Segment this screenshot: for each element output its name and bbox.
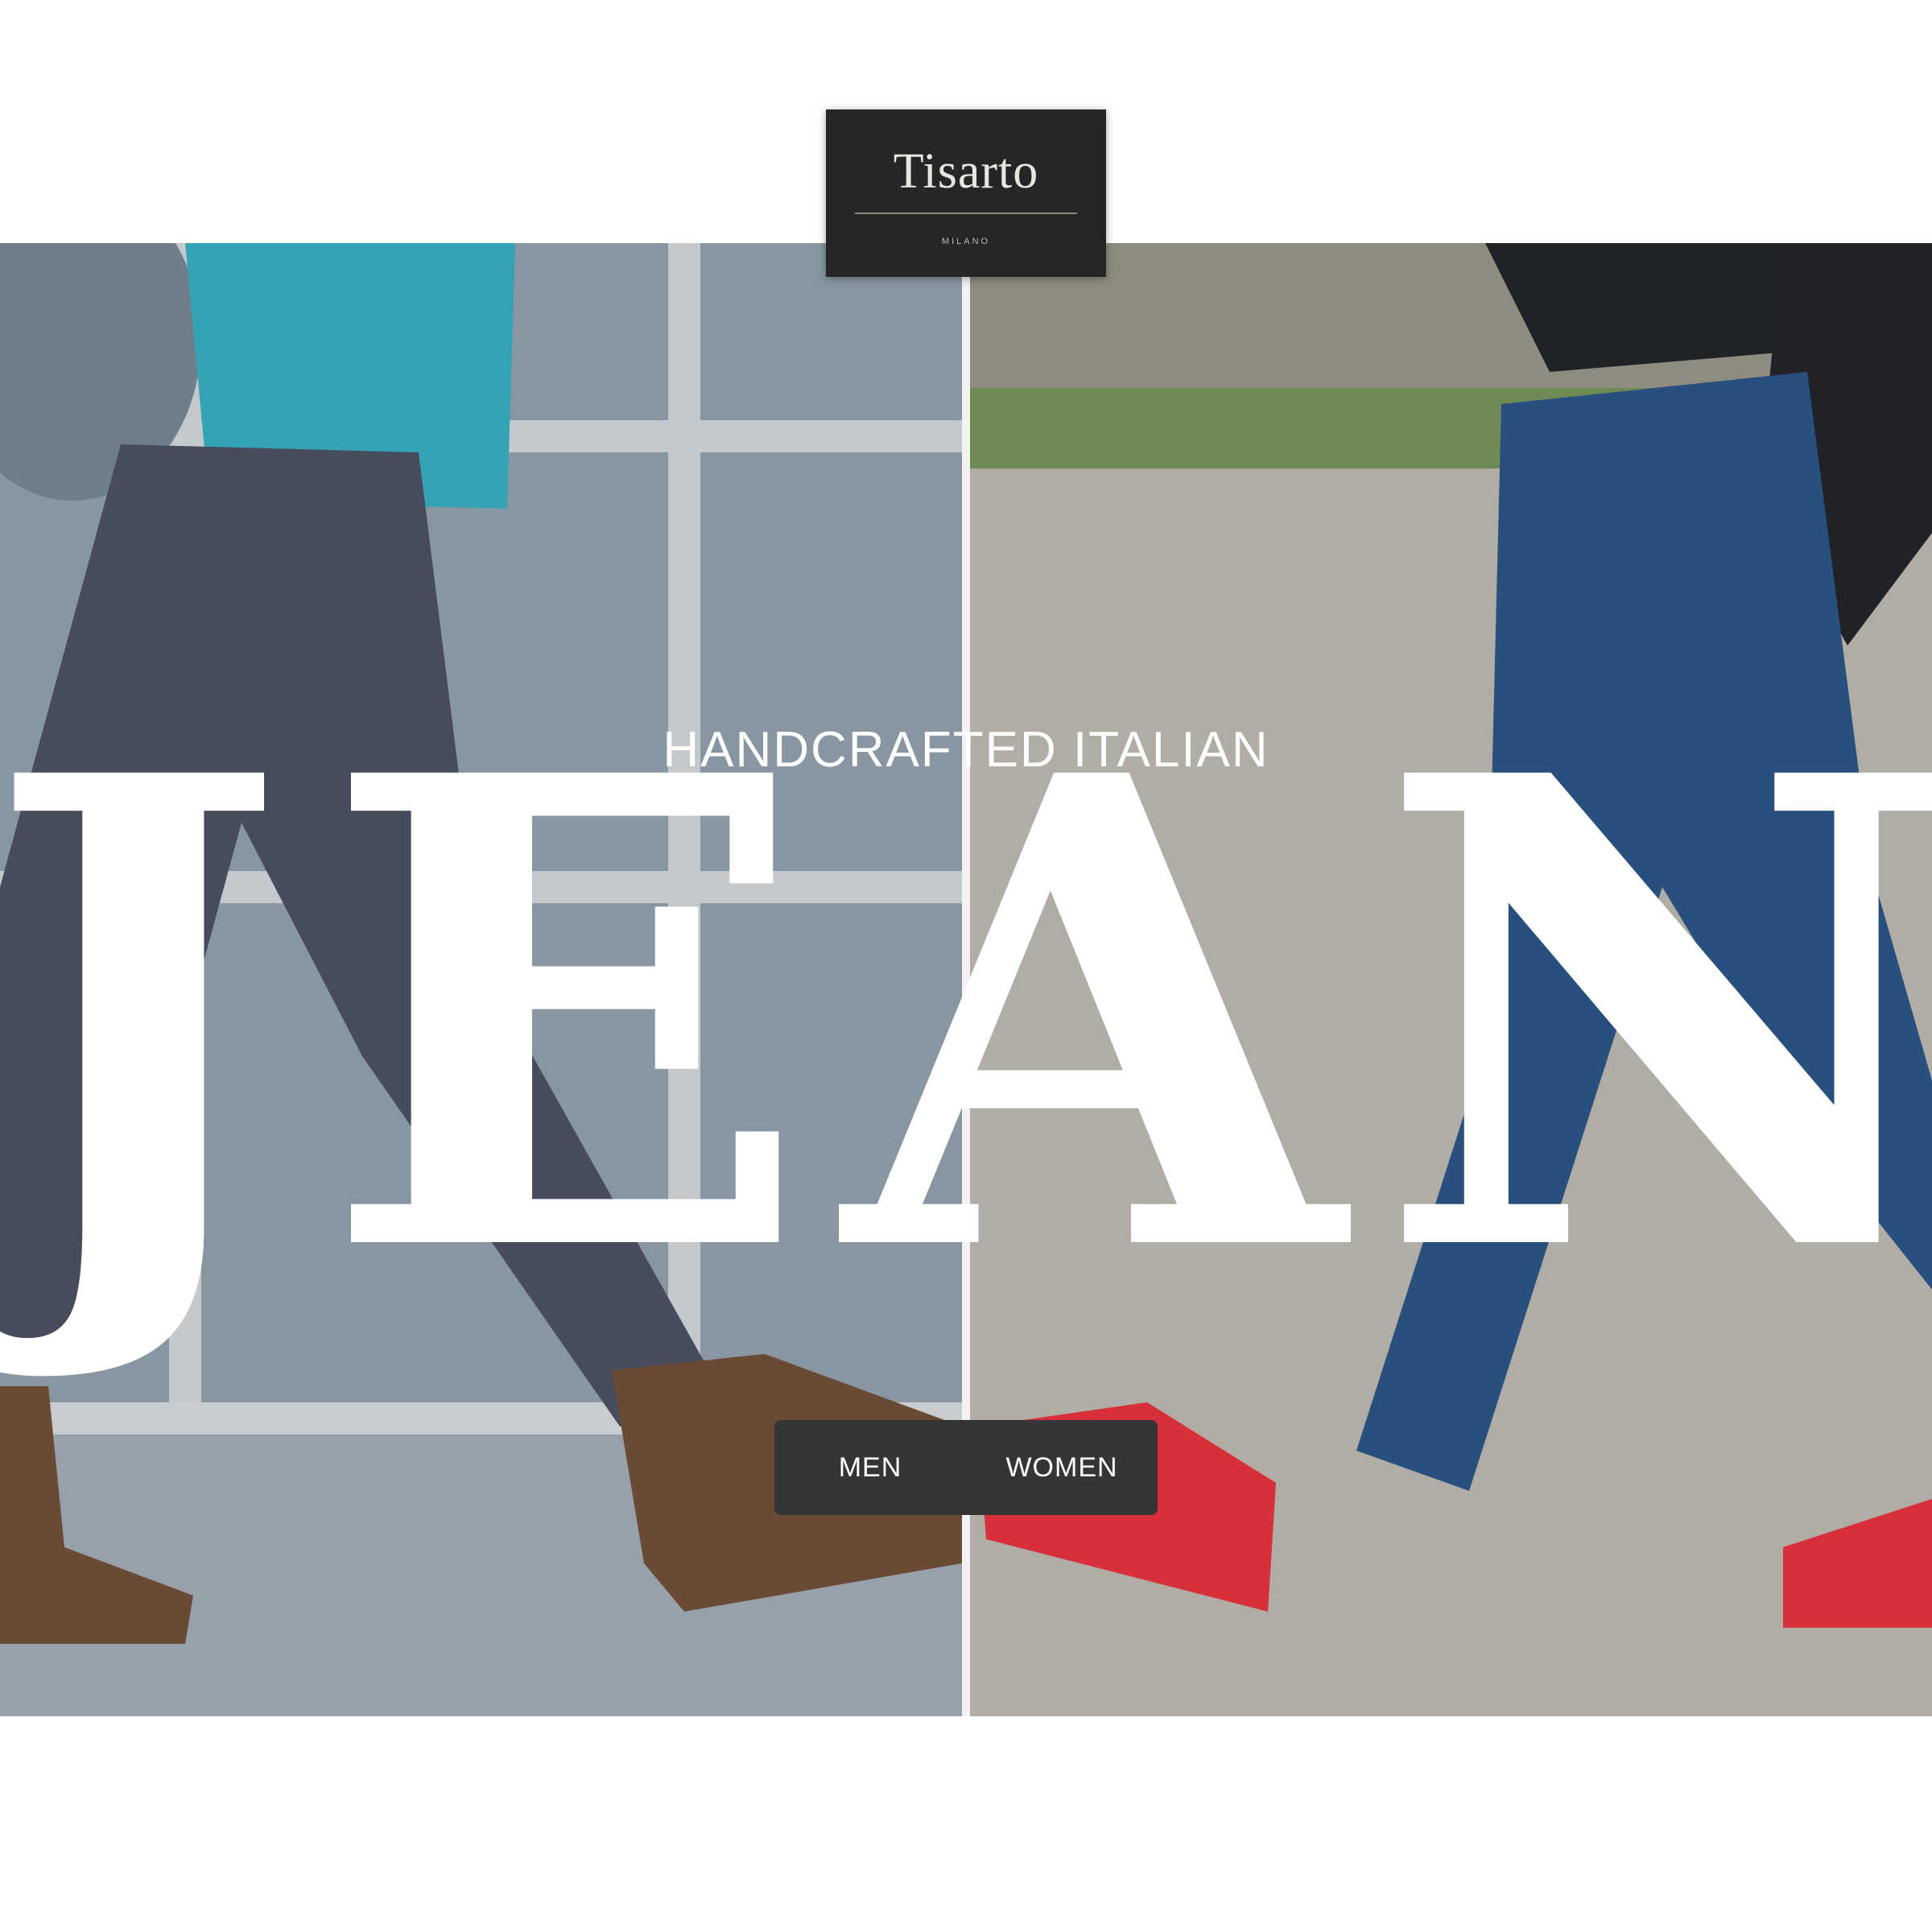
landing-page: HANDCRAFTED ITALIAN JEANS MEN WOMEN Tisa…	[0, 0, 1932, 1932]
gender-toggle: MEN WOMEN	[774, 1420, 1158, 1515]
logo-divider	[855, 213, 1077, 214]
men-button[interactable]: MEN	[774, 1420, 966, 1515]
hero-headline: JEANS	[0, 638, 1932, 1394]
women-button[interactable]: WOMEN	[966, 1420, 1158, 1515]
hero-banner: HANDCRAFTED ITALIAN JEANS MEN WOMEN	[0, 243, 1932, 1716]
brand-logo[interactable]: Tisarto MILANO	[826, 109, 1106, 277]
logo-wordmark: Tisarto	[893, 144, 1039, 199]
logo-subtitle: MILANO	[941, 237, 991, 246]
hero-tagline: HANDCRAFTED ITALIAN	[663, 722, 1269, 778]
